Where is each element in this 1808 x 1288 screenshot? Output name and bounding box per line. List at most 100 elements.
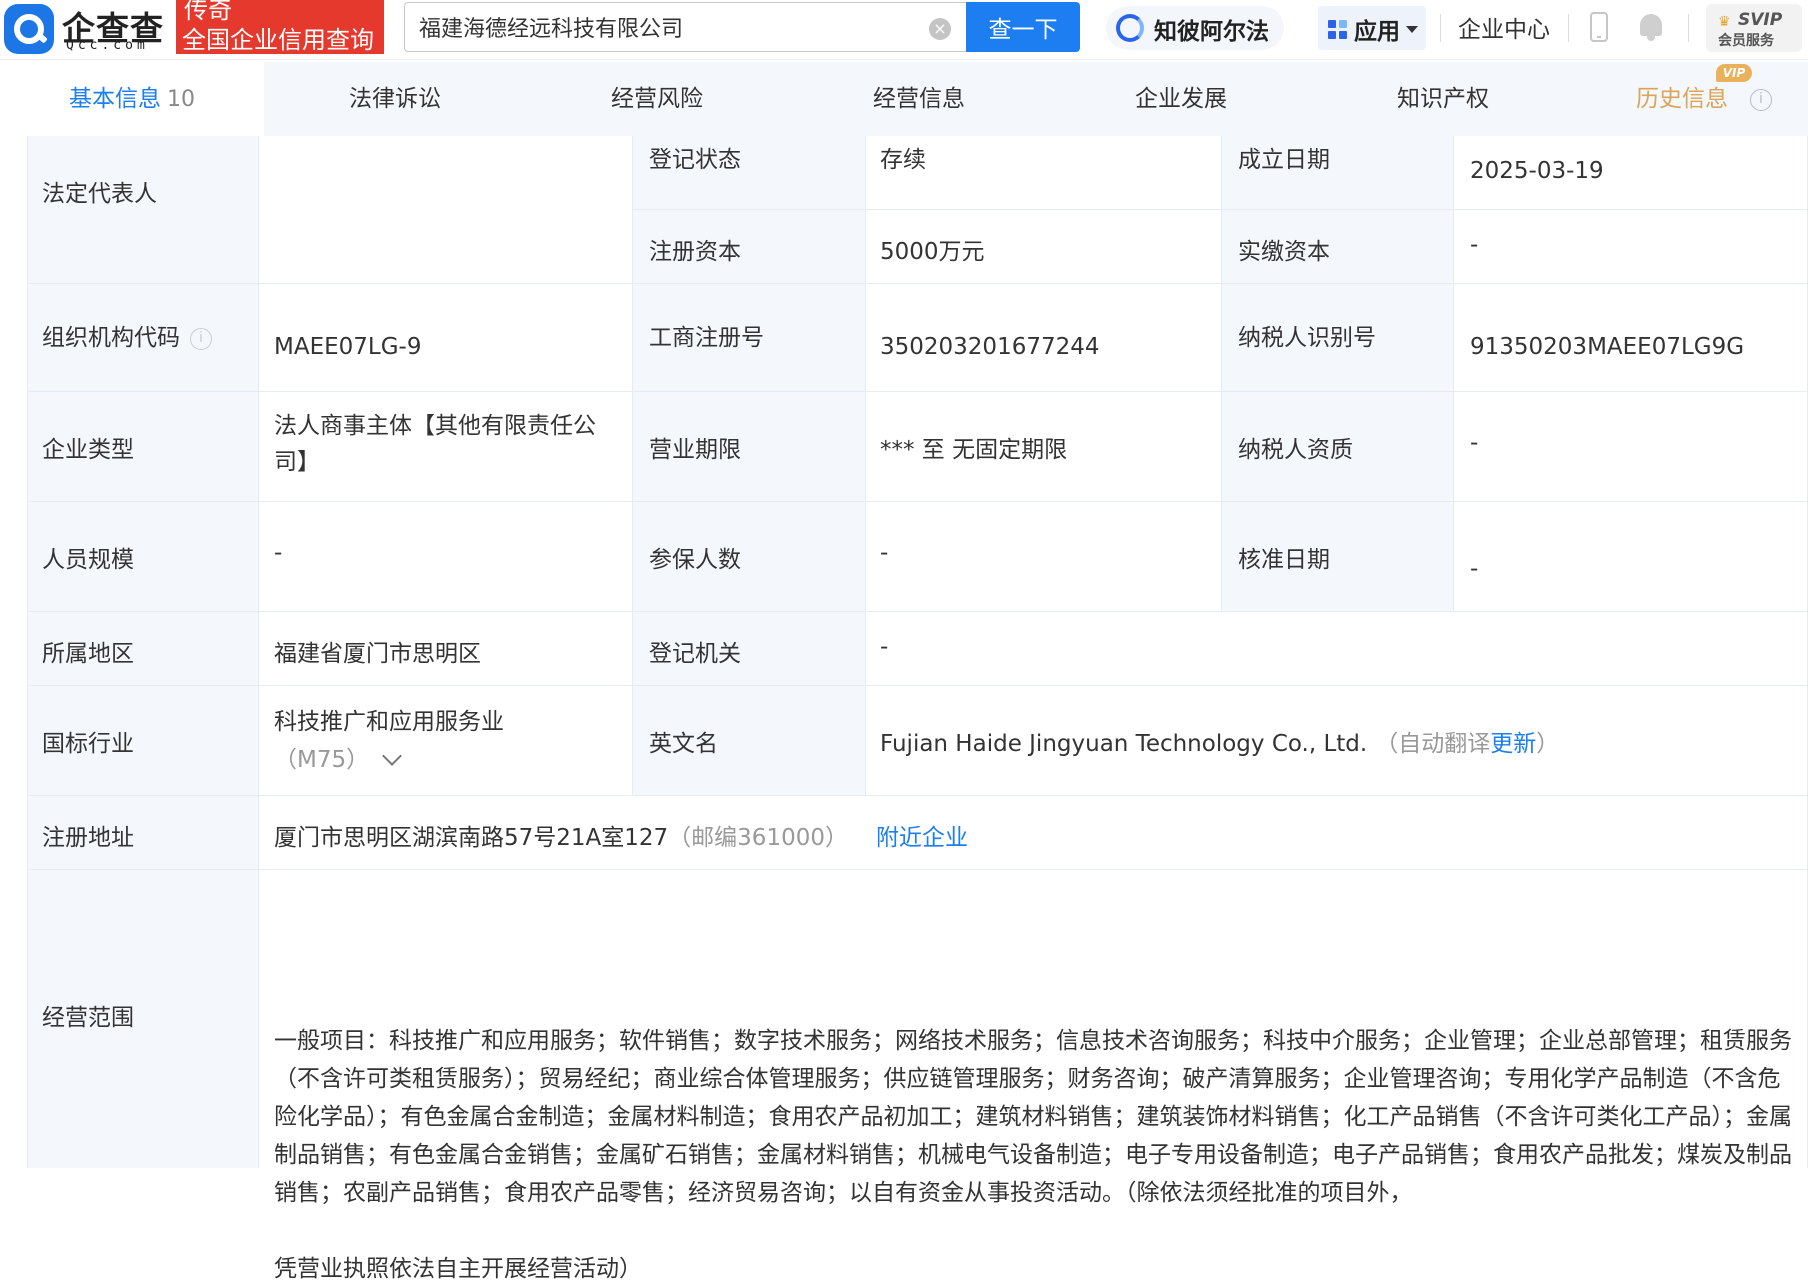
region-value: 福建省厦门市思明区 [274, 641, 481, 667]
slogan-banner: 传奇 全国企业信用查询 [176, 0, 384, 54]
biz-reg-no-label: 工商注册号 [649, 325, 764, 351]
value-cell: 5000万元 [866, 210, 1222, 284]
insured-label: 参保人数 [649, 547, 741, 573]
established-value: 2025-03-19 [1470, 158, 1604, 184]
value-cell: 91350203MAEE07LG9G [1454, 284, 1808, 392]
label-cell: 登记机关 [633, 612, 866, 686]
tab-history-info[interactable]: 历史信息 [1574, 62, 1808, 136]
search-button[interactable]: 查一下 [966, 2, 1080, 52]
region-label: 所属地区 [42, 641, 134, 667]
industry-value: 科技推广和应用服务业 [274, 709, 504, 735]
reg-capital-label: 注册资本 [649, 239, 741, 265]
zhibei-logo-icon [1116, 14, 1144, 42]
zhibei-label: 知彼阿尔法 [1154, 19, 1269, 45]
info-icon[interactable]: i [190, 327, 212, 350]
address-label: 注册地址 [42, 825, 134, 851]
label-cell: 国标行业 [28, 686, 259, 796]
mobile-phone-icon[interactable] [1590, 12, 1608, 42]
value-cell: 福建省厦门市思明区 [259, 612, 633, 686]
zhibei-alpha-button[interactable]: 知彼阿尔法 [1106, 6, 1284, 50]
reg-authority-value: - [880, 634, 889, 660]
app-menu-button[interactable]: 应用 [1318, 6, 1426, 50]
search-input[interactable] [419, 11, 909, 43]
industry-label: 国标行业 [42, 731, 134, 757]
nearby-enterprises-link[interactable]: 附近企业 [876, 825, 968, 851]
org-code-label: 组织机构代码 i [42, 318, 212, 352]
label-cell: 所属地区 [28, 612, 259, 686]
label-cell: 纳税人资质 [1222, 392, 1454, 502]
logo-subtext: Qcc.com [66, 38, 149, 53]
table-margin [0, 136, 28, 1168]
value-cell: - [1454, 210, 1808, 284]
divider [1568, 14, 1569, 42]
tab-basic-info[interactable]: 基本信息 10 [0, 62, 264, 136]
value-cell: 存续 [866, 136, 1222, 210]
address-value: 厦门市思明区湖滨南路57号21A室127（邮编361000） 附近企业 [274, 825, 968, 851]
svip-label: SVIP [1738, 10, 1783, 30]
crown-icon: ♛ [1718, 14, 1731, 30]
enterprise-center-link[interactable]: 企业中心 [1458, 10, 1550, 44]
label-cell: 人员规模 [28, 502, 259, 612]
approve-date-label: 核准日期 [1238, 547, 1330, 573]
value-cell: 厦门市思明区湖滨南路57号21A室127（邮编361000） 附近企业 [259, 796, 1808, 870]
business-scope-text: 一般项目：科技推广和应用服务；软件销售；数字技术服务；网络技术服务；信息技术咨询… [274, 1028, 1792, 1282]
label-cell: 实缴资本 [1222, 210, 1454, 284]
update-translation-link[interactable]: 更新 [1490, 731, 1536, 757]
search-box: × [404, 2, 966, 52]
value-cell: Fujian Haide Jingyuan Technology Co., Lt… [866, 686, 1808, 796]
value-cell: 2025-03-19 [1454, 136, 1808, 210]
notification-bell-icon[interactable] [1638, 12, 1664, 42]
label-cell: 注册资本 [633, 210, 866, 284]
app-label: 应用 [1354, 19, 1400, 45]
label-cell: 成立日期 [1222, 136, 1454, 210]
value-cell: - [866, 502, 1222, 612]
value-cell: 科技推广和应用服务业 （M75） [259, 686, 633, 796]
taxpayer-qual-label: 纳税人资质 [1238, 437, 1353, 463]
industry-code[interactable]: （M75） [274, 740, 403, 774]
insured-value: - [880, 540, 889, 566]
english-name-value: Fujian Haide Jingyuan Technology Co., Lt… [880, 731, 1560, 757]
chevron-down-icon[interactable] [382, 746, 403, 766]
taxpayer-id-value: 91350203MAEE07LG9G [1470, 334, 1745, 360]
label-cell: 企业类型 [28, 392, 259, 502]
label-cell: 注册地址 [28, 796, 259, 870]
taxpayer-qual-value: - [1470, 430, 1479, 456]
section-tabs: 基本信息 10 法律诉讼 经营风险 经营信息 企业发展 知识产权 历史信息 VIP… [0, 62, 1808, 136]
ent-type-value-line1: 法人商事主体【其他有限责任公 [274, 413, 596, 439]
approve-date-value: - [1470, 556, 1479, 582]
reg-status-value: 存续 [880, 147, 926, 173]
label-cell: 纳税人识别号 [1222, 284, 1454, 392]
value-cell: 法人商事主体【其他有限责任公 司】 [259, 392, 633, 502]
tab-intellectual-property[interactable]: 知识产权 [1312, 62, 1574, 136]
value-cell: 350203201677244 [866, 284, 1222, 392]
reg-status-label: 登记状态 [649, 147, 741, 173]
tab-operation-risk[interactable]: 经营风险 [526, 62, 788, 136]
value-cell: - [1454, 392, 1808, 502]
svip-sublabel: 会员服务 [1718, 33, 1774, 49]
established-label: 成立日期 [1238, 147, 1330, 173]
divider [1688, 14, 1689, 42]
label-cell: 法定代表人 [28, 136, 259, 284]
ent-type-value-line2: 司】 [274, 449, 320, 475]
tab-legal-litigation[interactable]: 法律诉讼 [264, 62, 526, 136]
divider [1440, 14, 1441, 42]
scope-label: 经营范围 [42, 1005, 134, 1031]
top-header: 企查查 Qcc.com 传奇 全国企业信用查询 × 查一下 知彼阿尔法 应用 企… [0, 0, 1808, 60]
legal-rep-label: 法定代表人 [42, 181, 157, 207]
basic-info-table: 法定代表人 陈 陈云 登记状态 存续 成立日期 2025-03-19 注册资本 … [0, 136, 1808, 1282]
value-cell: - [1454, 502, 1808, 612]
paid-capital-label: 实缴资本 [1238, 239, 1330, 265]
reg-capital-value: 5000万元 [880, 239, 985, 265]
tab-enterprise-development[interactable]: 企业发展 [1050, 62, 1312, 136]
app-grid-icon [1328, 20, 1348, 40]
label-cell: 经营范围 [28, 870, 259, 1168]
staff-size-label: 人员规模 [42, 547, 134, 573]
qcc-logo-icon[interactable] [4, 4, 54, 54]
tab-operation-info[interactable]: 经营信息 [788, 62, 1050, 136]
svip-button[interactable]: ♛ SVIP 会员服务 [1706, 4, 1802, 52]
info-icon[interactable]: i [1750, 89, 1772, 111]
english-name-label: 英文名 [649, 731, 718, 757]
tab-count: 10 [167, 87, 195, 112]
clear-icon[interactable]: × [929, 18, 951, 40]
biz-term-value: *** 至 无固定期限 [880, 437, 1068, 463]
